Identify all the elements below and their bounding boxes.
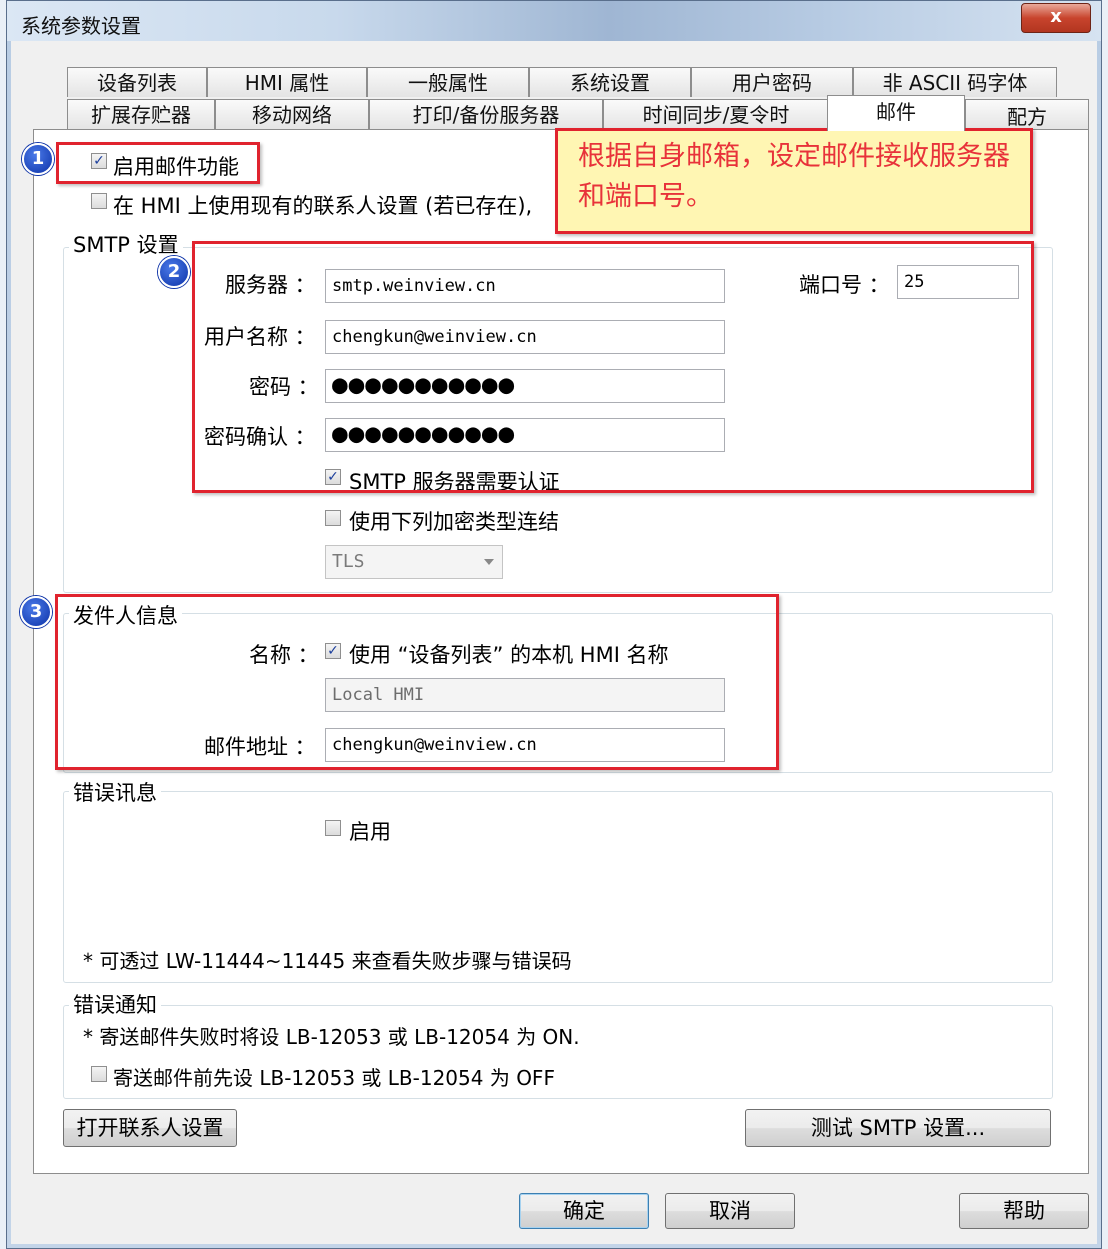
error-enable-checkbox[interactable]: [325, 820, 341, 836]
annotation-box-smtp: [192, 241, 1034, 493]
step-2-badge: 2: [158, 256, 190, 288]
tab-recipe[interactable]: 配方: [965, 99, 1089, 130]
error-message-group-label: 错误讯息: [69, 777, 161, 807]
cancel-button[interactable]: 取消: [665, 1193, 795, 1229]
encrypt-checkbox[interactable]: [325, 510, 341, 526]
tab-device-list[interactable]: 设备列表: [67, 67, 207, 97]
encrypt-type-select[interactable]: TLS: [325, 545, 503, 579]
use-contacts-label: 在 HMI 上使用现有的联系人设置 (若已存在),: [113, 194, 533, 218]
smtp-group-label: SMTP 设置: [69, 229, 183, 259]
preset-off-label: 寄送邮件前先设 LB-12053 或 LB-12054 为 OFF: [113, 1066, 555, 1090]
use-contacts-checkbox[interactable]: [91, 193, 107, 209]
step-1-badge: 1: [22, 143, 54, 175]
tab-non-ascii-font[interactable]: 非 ASCII 码字体: [853, 67, 1057, 97]
tab-time-sync-dst[interactable]: 时间同步/夏令时: [603, 99, 829, 130]
step-3-badge: 3: [20, 596, 52, 628]
tab-general-properties[interactable]: 一般属性: [367, 67, 529, 97]
tab-mobile-network[interactable]: 移动网络: [215, 99, 369, 130]
encrypt-type-value: TLS: [332, 551, 365, 572]
tab-hmi-properties[interactable]: HMI 属性: [207, 67, 367, 97]
window-title: 系统参数设置: [21, 14, 141, 38]
error-enable-label: 启用: [349, 820, 391, 844]
tab-system-settings[interactable]: 系统设置: [529, 67, 691, 97]
tab-extended-memory[interactable]: 扩展存贮器: [67, 99, 215, 130]
preset-off-checkbox[interactable]: [91, 1066, 107, 1082]
tab-user-password[interactable]: 用户密码: [691, 67, 853, 97]
annotation-box-enable: [56, 142, 260, 184]
annotation-note: 根据自身邮箱，设定邮件接收服务器和端口号。: [555, 128, 1033, 234]
test-smtp-button[interactable]: 测试 SMTP 设置...: [745, 1109, 1051, 1147]
tab-print-backup-server[interactable]: 打印/备份服务器: [369, 99, 603, 130]
title-bar[interactable]: 系统参数设置 x: [7, 1, 1101, 41]
chevron-down-icon: [484, 559, 494, 565]
ok-button[interactable]: 确定: [519, 1193, 649, 1229]
encrypt-label: 使用下列加密类型连结: [349, 510, 559, 534]
close-button[interactable]: x: [1021, 3, 1091, 33]
help-button[interactable]: 帮助: [959, 1193, 1089, 1229]
tab-email[interactable]: 邮件: [827, 95, 965, 131]
open-contacts-button[interactable]: 打开联系人设置: [63, 1109, 237, 1147]
annotation-box-sender: [55, 594, 779, 770]
error-notice-line: * 寄送邮件失败时将设 LB-12053 或 LB-12054 为 ON.: [83, 1025, 580, 1049]
error-notice-group-label: 错误通知: [69, 989, 161, 1019]
close-icon: x: [1050, 6, 1062, 27]
error-message-hint: * 可透过 LW-11444~11445 来查看失败步骤与错误码: [83, 949, 572, 973]
